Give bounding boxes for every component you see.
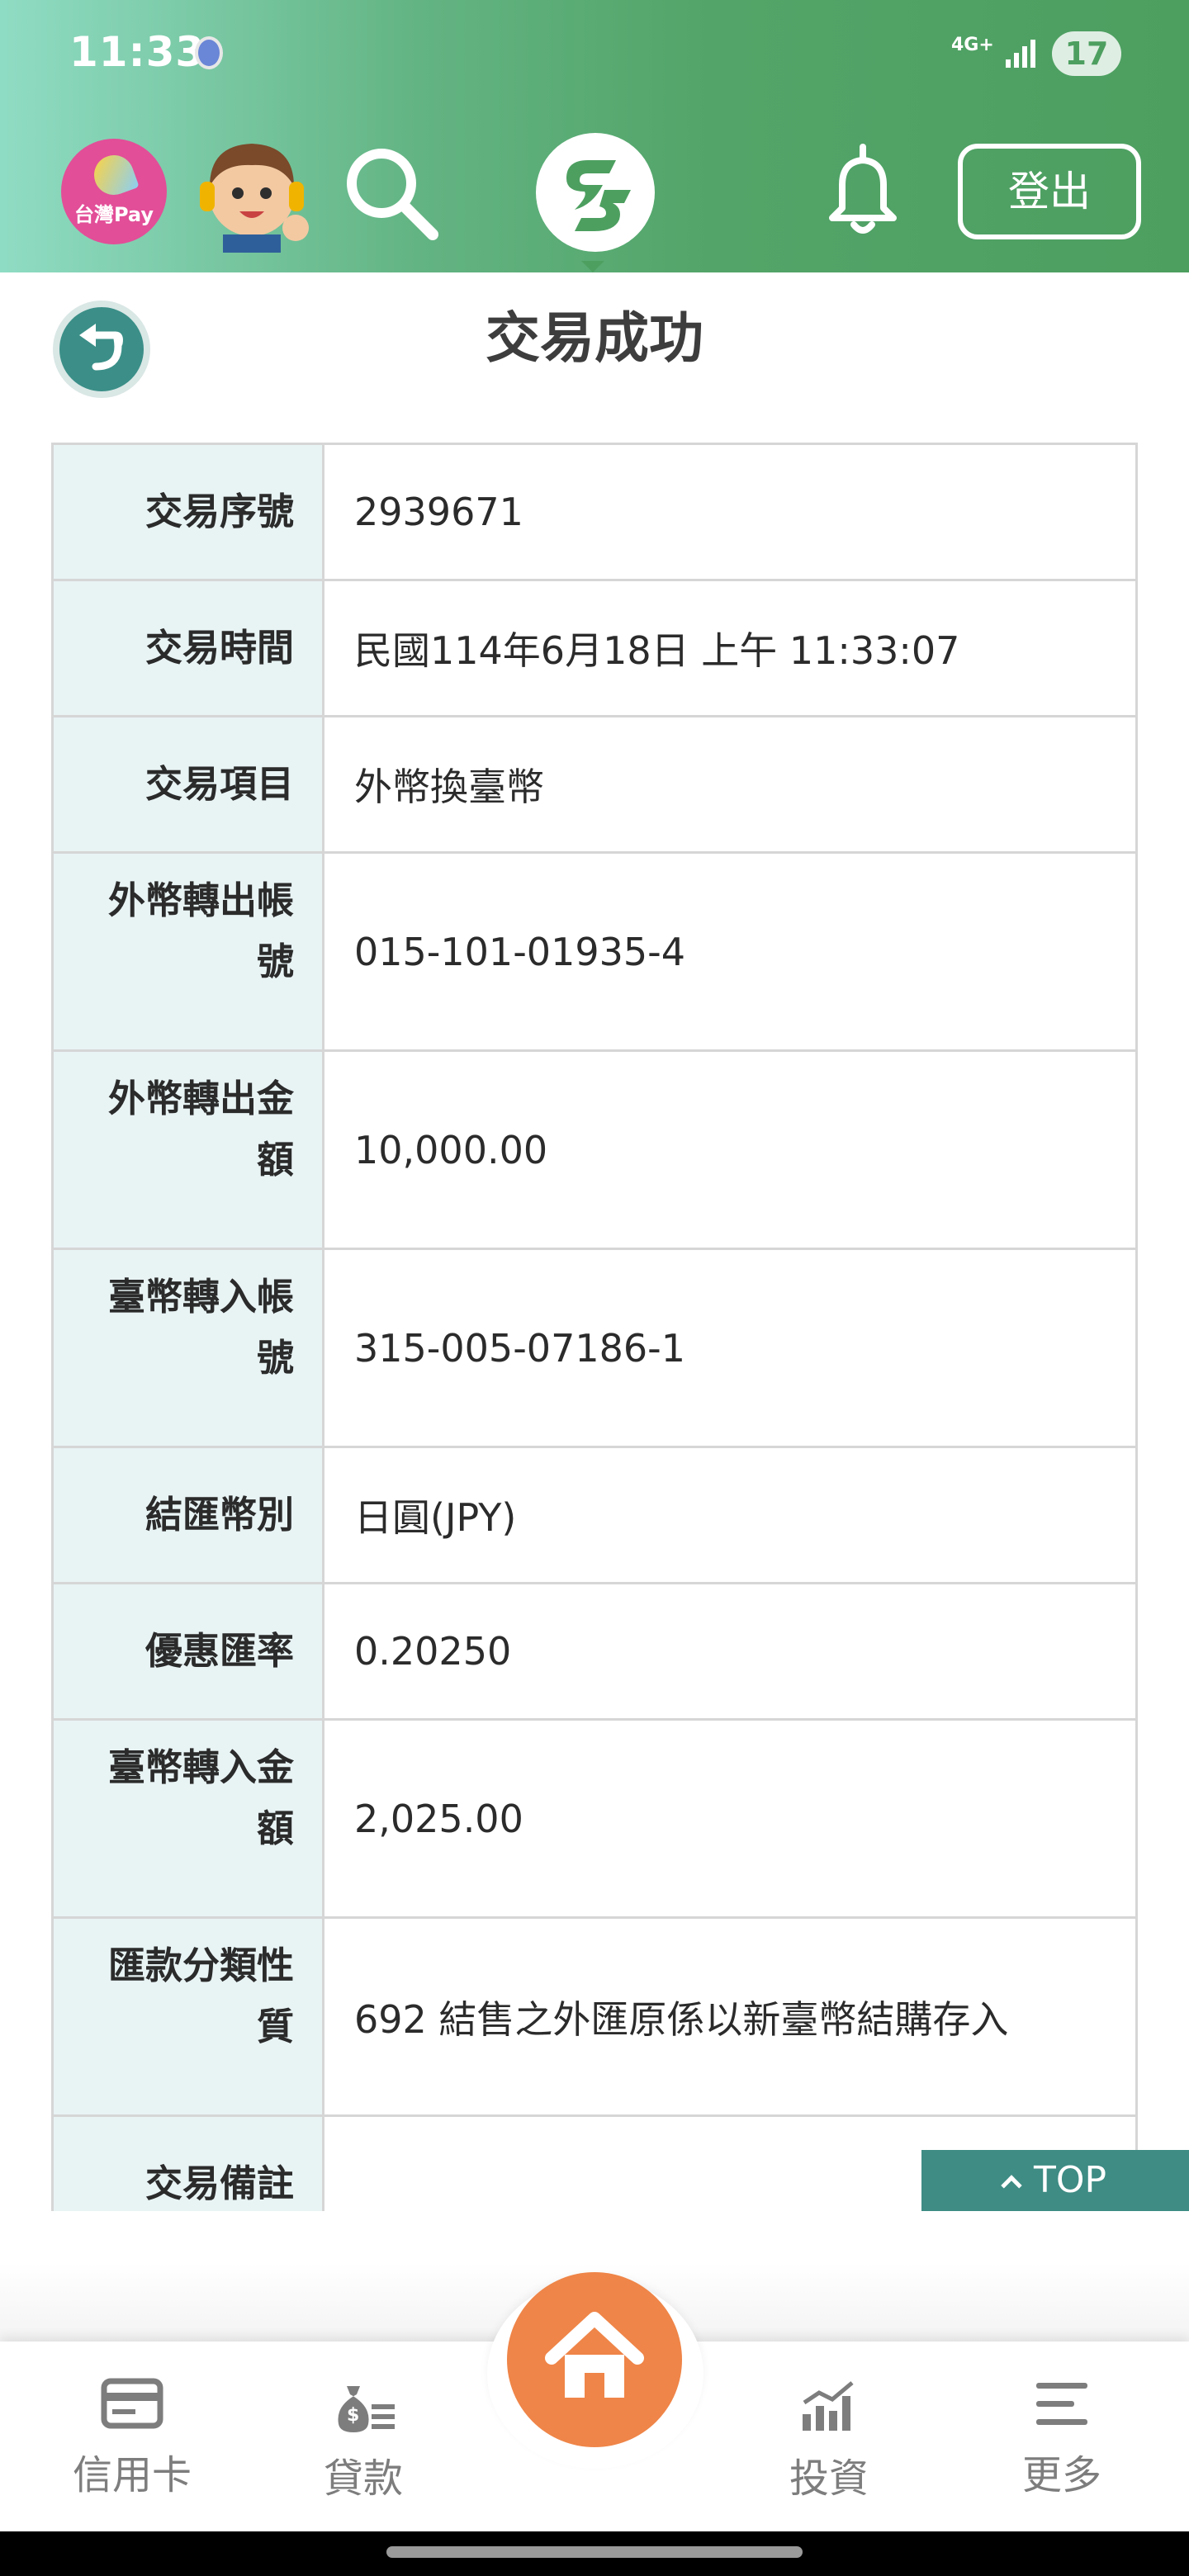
table-row: 交易序號 2939671 <box>51 445 1138 581</box>
home-indicator[interactable] <box>386 2546 803 2558</box>
row-label: 臺幣轉入帳號 <box>54 1250 324 1446</box>
home-button[interactable] <box>507 2272 682 2447</box>
customer-service-avatar-icon[interactable] <box>190 129 314 253</box>
money-bag-icon: $ <box>338 2386 395 2432</box>
table-row: 結匯幣別 日圓(JPY) <box>51 1448 1138 1584</box>
row-value: 2,025.00 <box>354 1796 523 1841</box>
table-row: 外幣轉出金額 10,000.00 <box>51 1052 1138 1250</box>
row-value: 外幣換臺幣 <box>354 765 544 809</box>
row-value: 692 結售之外匯原係以新臺幣結購存入 <box>354 1996 1009 2042</box>
nav-invest[interactable]: 投資 <box>746 2378 912 2503</box>
details-scroll-area[interactable]: 交易序號 2939671 交易時間 民國114年6月18日 上午 11:33:0… <box>0 443 1189 2211</box>
bank-logo-icon[interactable] <box>533 130 657 254</box>
battery-indicator: 17 <box>1052 31 1121 76</box>
credit-card-icon <box>101 2378 163 2429</box>
table-row: 臺幣轉入金額 2,025.00 <box>51 1721 1138 1919</box>
row-value: 0.20250 <box>354 1629 512 1674</box>
row-value: 日圓(JPY) <box>354 1495 517 1540</box>
brand-dropdown-caret-icon <box>581 261 604 272</box>
nav-label: 信用卡 <box>72 2452 192 2498</box>
back-arrow-icon <box>79 324 123 371</box>
table-row: 臺幣轉入帳號 315-005-07186-1 <box>51 1250 1138 1448</box>
taiwan-pay-label: 台灣Pay <box>73 203 154 226</box>
row-label: 臺幣轉入金額 <box>54 1721 324 1916</box>
chevron-up-icon <box>1001 2175 1022 2196</box>
row-label: 交易時間 <box>54 581 324 715</box>
row-label: 優惠匯率 <box>54 1584 324 1718</box>
row-label: 交易項目 <box>54 717 324 851</box>
top-label: TOP <box>1033 2159 1107 2201</box>
table-row: 外幣轉出帳號 015-101-01935-4 <box>51 854 1138 1052</box>
row-label: 交易序號 <box>54 445 324 579</box>
table-row: 交易時間 民國114年6月18日 上午 11:33:07 <box>51 581 1138 717</box>
table-row: 優惠匯率 0.20250 <box>51 1584 1138 1721</box>
row-value: 民國114年6月18日 上午 11:33:07 <box>354 628 960 673</box>
row-label: 結匯幣別 <box>54 1448 324 1582</box>
svg-text:$: $ <box>347 2405 359 2426</box>
taiwan-pay-logo-icon <box>88 149 140 201</box>
taiwan-pay-button[interactable]: 台灣Pay <box>61 139 167 244</box>
row-label: 外幣轉出帳號 <box>54 854 324 1049</box>
investment-chart-icon <box>803 2381 854 2431</box>
nav-label: 更多 <box>1021 2452 1101 2498</box>
home-icon <box>545 2312 644 2398</box>
status-time: 11:33 <box>69 28 206 76</box>
row-value: 015-101-01935-4 <box>354 929 685 974</box>
row-value: 2939671 <box>354 490 523 534</box>
nav-loan[interactable]: $ 貸款 <box>281 2378 446 2503</box>
row-value: 315-005-07186-1 <box>354 1325 685 1371</box>
row-label: 匯款分類性質 <box>54 1919 324 2114</box>
network-indicator: 4G+ <box>951 35 994 55</box>
nav-credit-card[interactable]: 信用卡 <box>50 2378 215 2500</box>
table-row: 匯款分類性質 692 結售之外匯原係以新臺幣結購存入 <box>51 1919 1138 2117</box>
nav-label: 貸款 <box>323 2455 403 2502</box>
page-title: 交易成功 <box>486 306 703 370</box>
notification-bell-icon[interactable] <box>817 140 908 239</box>
menu-icon <box>1036 2383 1087 2425</box>
row-label: 交易備註 <box>54 2117 324 2211</box>
nav-label: 投資 <box>789 2455 869 2502</box>
table-row: 交易項目 外幣換臺幣 <box>51 717 1138 854</box>
search-icon[interactable] <box>340 142 443 244</box>
logout-button[interactable]: 登出 <box>958 144 1141 239</box>
nav-more[interactable]: 更多 <box>979 2378 1144 2500</box>
transaction-details-table: 交易序號 2939671 交易時間 民國114年6月18日 上午 11:33:0… <box>51 443 1138 2211</box>
back-to-top-button[interactable]: TOP <box>921 2150 1189 2211</box>
signal-icon <box>1006 40 1035 68</box>
back-button[interactable] <box>53 301 150 398</box>
row-value: 10,000.00 <box>354 1127 548 1172</box>
location-icon <box>195 36 223 69</box>
row-label: 外幣轉出金額 <box>54 1052 324 1248</box>
